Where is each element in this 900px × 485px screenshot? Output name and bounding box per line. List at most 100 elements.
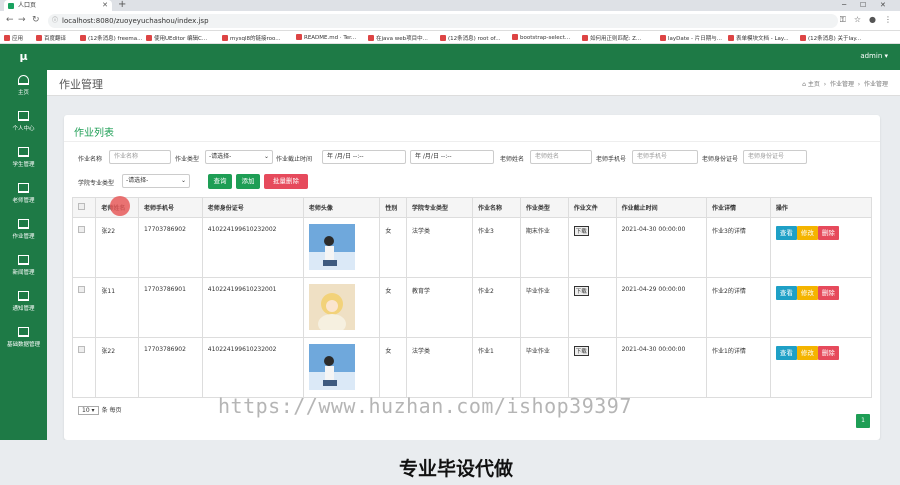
homework-type-select[interactable]: -请选择- ⌄ — [205, 150, 273, 164]
sidebar-item[interactable]: 通知管理 — [0, 286, 47, 322]
tab-close-icon[interactable]: ✕ — [102, 0, 108, 11]
bookmark-item[interactable]: 应用 — [4, 34, 23, 42]
bookmark-item[interactable]: layDate - 片日期与... — [660, 34, 722, 42]
menu-icon[interactable]: ⋮ — [884, 15, 892, 24]
monitor-icon — [18, 111, 29, 121]
select-all-checkbox[interactable] — [78, 203, 85, 210]
maximize-icon[interactable]: ☐ — [860, 0, 866, 11]
column-header: 性别 — [379, 197, 408, 218]
profile-icon[interactable]: ● — [869, 15, 876, 24]
tab-title: 人口页 — [18, 2, 37, 9]
card-title: 作业列表 — [74, 128, 114, 139]
batch-delete-button[interactable]: 批量删除 — [264, 174, 308, 189]
homework-type-label: 作业类型 — [175, 156, 200, 163]
teacher-idcard-input[interactable]: 老师身份证号 — [743, 150, 807, 164]
bookmark-item[interactable]: (12条消息) 关于lay... — [800, 34, 861, 42]
sidebar-item[interactable]: 作业管理 — [0, 214, 47, 250]
page-title: 作业管理 — [59, 78, 103, 91]
row-checkbox[interactable] — [78, 286, 85, 293]
row-checkbox[interactable] — [78, 226, 85, 233]
bookmark-item[interactable]: mysql8的链接roo... — [222, 34, 281, 42]
edit-button[interactable]: 修改 — [796, 226, 818, 240]
delete-button[interactable]: 删除 — [817, 226, 839, 240]
delete-button[interactable]: 删除 — [817, 286, 839, 300]
bookmark-item[interactable]: 表单模块文档 - Lay... — [728, 34, 789, 42]
back-icon[interactable]: ← — [6, 15, 14, 25]
edit-button[interactable]: 修改 — [796, 286, 818, 300]
bookmark-icon — [800, 35, 806, 41]
page-size-select[interactable]: 10 ▾ — [78, 406, 99, 415]
info-icon[interactable]: ⓘ — [52, 14, 58, 28]
cell-major: 教育学 — [406, 277, 473, 338]
column-header: 老师头像 — [302, 197, 381, 218]
bookmark-item[interactable]: 在java web项目中... — [368, 34, 428, 42]
teacher-name-input[interactable]: 老师姓名 — [530, 150, 592, 164]
key-icon[interactable]: ⚿ — [840, 15, 846, 24]
download-button[interactable]: 下载 — [573, 286, 589, 296]
major-type-select[interactable]: -请选择- ⌄ — [122, 174, 190, 188]
sidebar-item[interactable]: 学生管理 — [0, 142, 47, 178]
sidebar-item-label: 主页 — [17, 90, 29, 96]
table-row: 张22 17703786902 410224199610232002 女法学类 作业3 期… — [71, 217, 873, 278]
breadcrumb-section[interactable]: 作业管理 — [830, 81, 854, 88]
bookmark-label: 如何用正则匹配: Z... — [590, 36, 642, 42]
add-button[interactable]: 添加 — [236, 174, 260, 189]
sidebar-item[interactable]: 主页 — [0, 70, 47, 106]
homework-name-input[interactable]: 作业名称 — [109, 150, 171, 164]
bookmark-item[interactable]: README.md · Ter... — [296, 34, 356, 41]
pagination-page-1[interactable]: 1 — [856, 414, 870, 428]
column-header: 作业截止时间 — [615, 197, 708, 218]
dashboard-icon — [18, 75, 29, 85]
reload-icon[interactable]: ↻ — [32, 15, 40, 25]
major-type-value: -请选择- — [126, 177, 149, 184]
url-input[interactable]: ⓘ localhost:8080/zuoyeyuchashou/index.js… — [48, 14, 838, 28]
bookmark-label: mysql8的链接roo... — [230, 36, 281, 42]
deadline-to-input[interactable]: 年 /月/日 --:-- — [410, 150, 494, 164]
teacher-avatar-cell — [302, 277, 381, 338]
bookmark-icon — [36, 35, 42, 41]
cell-teacher: 张22 — [95, 217, 139, 278]
sidebar-item[interactable]: 个人中心 — [0, 106, 47, 142]
sidebar-item[interactable]: 基础数据管理 — [0, 322, 47, 358]
breadcrumb-home[interactable]: 主页 — [808, 81, 820, 88]
view-button[interactable]: 查看 — [775, 226, 797, 240]
deadline-label: 作业截止时间 — [276, 156, 313, 163]
query-button[interactable]: 查询 — [208, 174, 232, 189]
bookmark-label: README.md · Ter... — [304, 35, 357, 41]
bookmark-label: 应用 — [12, 36, 24, 42]
row-select-cell — [71, 217, 97, 278]
column-header: 作业类型 — [519, 197, 569, 218]
new-tab-icon[interactable]: + — [118, 0, 126, 10]
sidebar-item[interactable]: 老师管理 — [0, 178, 47, 214]
column-header: 老师手机号 — [137, 197, 203, 218]
edit-button[interactable]: 修改 — [796, 346, 818, 360]
delete-button[interactable]: 删除 — [817, 346, 839, 360]
cell-deadline: 2021-04-30 00:00:00 — [615, 337, 708, 398]
deadline-from-input[interactable]: 年 /月/日 --:-- — [322, 150, 406, 164]
cell-hw-type: 毕业作业 — [519, 337, 569, 398]
download-button[interactable]: 下载 — [573, 226, 589, 236]
minimize-icon[interactable]: ─ — [842, 0, 846, 11]
teacher-phone-input[interactable]: 老师手机号 — [632, 150, 698, 164]
breadcrumb-current: 作业管理 — [863, 81, 888, 88]
cell-deadline: 2021-04-30 00:00:00 — [615, 217, 708, 278]
bookmark-item[interactable]: 百度翻译 — [36, 34, 66, 42]
bookmark-item[interactable]: bootstrap-select... — [512, 34, 570, 41]
bookmark-item[interactable]: (12条消息) freema... — [80, 34, 142, 42]
browser-tab[interactable]: 人口页 ✕ — [4, 0, 112, 11]
row-checkbox[interactable] — [78, 346, 85, 353]
forward-icon[interactable]: → — [18, 15, 26, 25]
page-header: 作业管理 ⌂ 主页 › 作业管理 › 作业管理 — [47, 70, 900, 96]
user-menu[interactable]: admin ▾ — [860, 52, 888, 60]
bookmark-item[interactable]: (12条消息) root of... — [440, 34, 500, 42]
star-icon[interactable]: ☆ — [854, 15, 861, 24]
avatar — [308, 344, 355, 390]
download-button[interactable]: 下载 — [573, 346, 589, 356]
window-close-icon[interactable]: ✕ — [880, 0, 886, 11]
bookmark-item[interactable]: 如何用正则匹配: Z... — [582, 34, 641, 42]
column-header[interactable] — [71, 197, 97, 218]
view-button[interactable]: 查看 — [775, 286, 797, 300]
sidebar-item[interactable]: 新闻管理 — [0, 250, 47, 286]
view-button[interactable]: 查看 — [775, 346, 797, 360]
bookmark-item[interactable]: 使用UEditor 编辑C... — [146, 34, 207, 42]
